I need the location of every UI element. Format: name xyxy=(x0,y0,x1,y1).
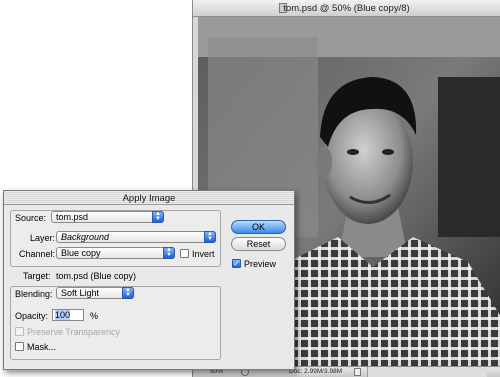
source-select[interactable]: tom.psd ▲ ▼ xyxy=(51,211,164,223)
preserve-transparency-label: Preserve Transparency xyxy=(27,327,121,337)
opacity-unit: % xyxy=(90,311,99,321)
reset-button[interactable]: Reset xyxy=(231,237,286,251)
invert-checkbox[interactable] xyxy=(180,249,189,258)
opacity-value: 100 xyxy=(55,310,71,320)
blending-value: Soft Light xyxy=(61,288,100,298)
ok-button[interactable]: OK xyxy=(231,220,286,234)
dialog-titlebar[interactable]: Apply Image xyxy=(4,191,294,205)
channel-select[interactable]: Blue copy ▲ ▼ xyxy=(56,247,175,259)
mask-label[interactable]: Mask... xyxy=(27,342,56,352)
preserve-transparency-checkbox[interactable] xyxy=(15,327,24,336)
blending-select[interactable]: Soft Light ▲ ▼ xyxy=(56,287,134,299)
layer-value: Background xyxy=(61,232,110,242)
mask-checkbox[interactable] xyxy=(15,342,24,351)
target-value: tom.psd (Blue copy) xyxy=(56,271,137,281)
layer-label: Layer: xyxy=(30,233,56,243)
apply-image-dialog: Apply Image Source: tom.psd ▲ ▼ Layer: Ba… xyxy=(3,190,295,370)
preview-label[interactable]: Preview xyxy=(244,259,276,269)
opacity-label: Opacity: xyxy=(15,311,49,321)
document-title: tom.psd @ 50% (Blue copy/8) xyxy=(283,3,410,14)
document-size: Doc: 2.99M/3.98M xyxy=(289,368,343,375)
opacity-input[interactable]: 100 xyxy=(52,309,84,321)
layer-dropdown-icon: ▲ ▼ xyxy=(204,231,216,243)
channel-value: Blue copy xyxy=(61,248,101,258)
blending-label: Blending: xyxy=(15,289,53,299)
dialog-title: Apply Image xyxy=(122,193,176,204)
source-value: tom.psd xyxy=(56,212,89,222)
status-menu-arrow-icon[interactable] xyxy=(354,368,361,376)
layer-select[interactable]: Background ▲ ▼ xyxy=(56,231,216,243)
channel-dropdown-icon: ▲ ▼ xyxy=(163,247,175,259)
preview-checkbox[interactable]: ✓ xyxy=(232,259,241,268)
source-label: Source: xyxy=(15,213,47,223)
channel-label: Channel: xyxy=(19,249,56,259)
invert-label[interactable]: Invert xyxy=(192,249,215,259)
blending-dropdown-icon: ▲ ▼ xyxy=(122,287,134,299)
horizontal-scrollbar[interactable] xyxy=(367,367,487,377)
source-dropdown-icon: ▲ ▼ xyxy=(152,211,164,223)
document-titlebar[interactable]: tom.psd @ 50% (Blue copy/8) xyxy=(193,0,500,17)
target-label: Target: xyxy=(23,271,51,281)
